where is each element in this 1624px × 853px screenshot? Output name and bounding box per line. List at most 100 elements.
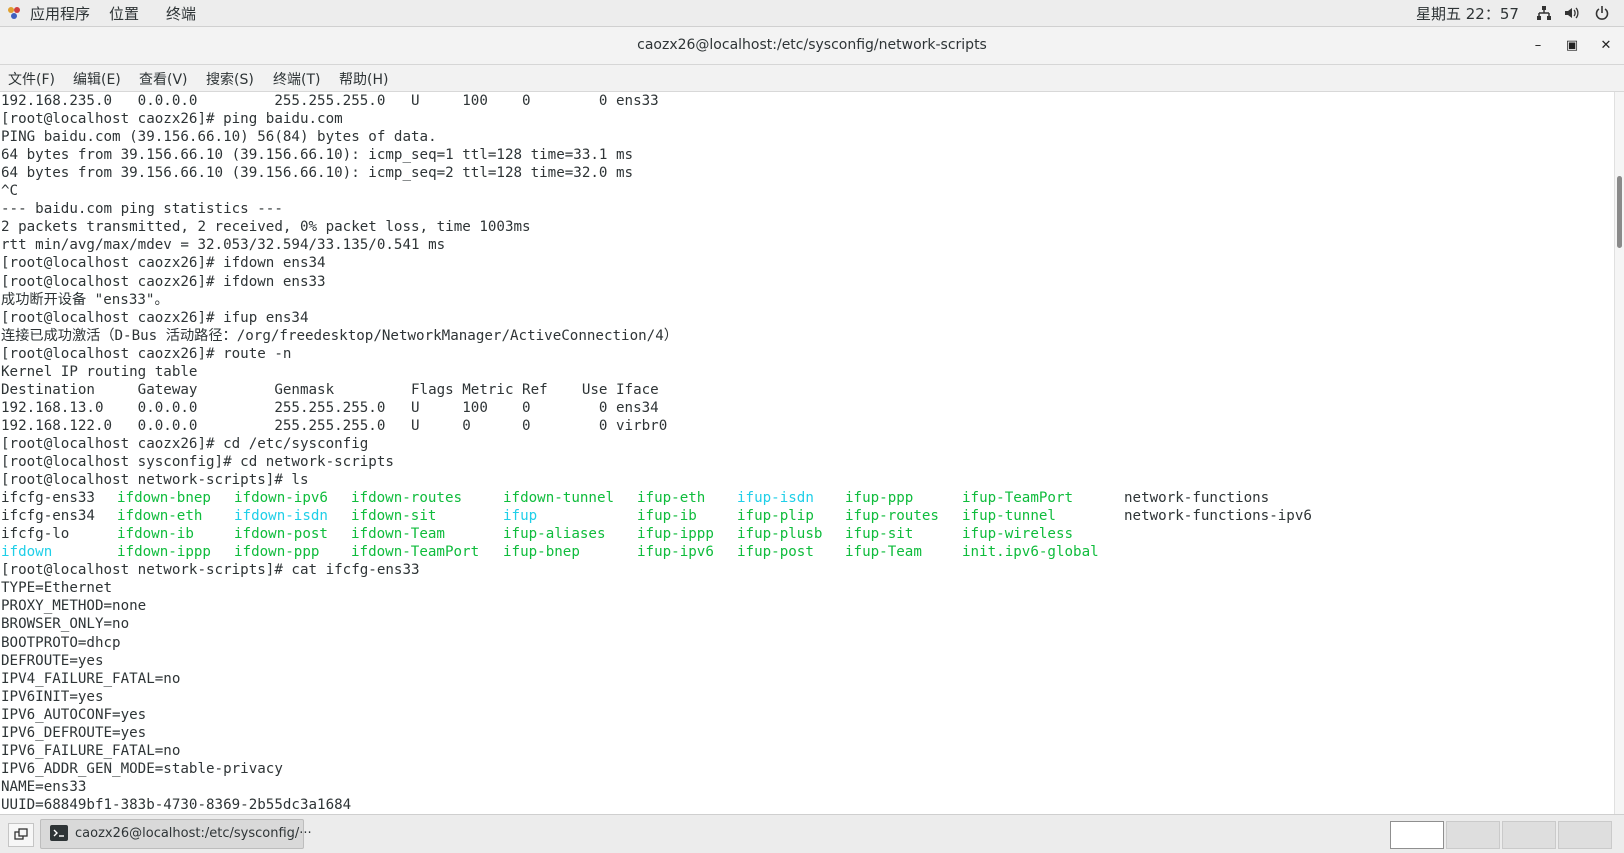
terminal-line: PING baidu.com (39.156.66.10) 56(84) byt…: [1, 129, 437, 146]
ls-entry: ifdown-Team: [351, 526, 445, 543]
clock[interactable]: 星期五 22：57: [1416, 3, 1519, 24]
terminal-line: [root@localhost sysconfig]# cd network-s…: [1, 454, 394, 470]
ls-entry: ifup-eth: [637, 490, 706, 507]
terminal-line: [root@localhost caozx26]# cd /etc/syscon…: [1, 435, 369, 452]
ls-entry: ifcfg-ens34: [1, 508, 95, 525]
terminal-line: IPV6_FAILURE_FATAL=no: [1, 742, 181, 759]
ls-entry: ifup-ippp: [637, 526, 714, 543]
terminal-line: --- baidu.com ping statistics ---: [1, 201, 283, 218]
terminal-line: IPV6_AUTOCONF=yes: [1, 706, 147, 723]
minimize-button[interactable]: –: [1529, 37, 1547, 55]
ls-entry: ifup-TeamPort: [962, 490, 1074, 507]
ls-entry: ifdown-post: [234, 526, 328, 543]
workspace-3[interactable]: [1502, 821, 1556, 849]
maximize-button[interactable]: ▣: [1563, 37, 1581, 55]
network-icon[interactable]: [1536, 5, 1552, 21]
terminal-line: PROXY_METHOD=none: [1, 598, 147, 615]
terminal-line: 192.168.13.0 0.0.0.0 255.255.255.0 U 100…: [1, 399, 659, 416]
window-title: caozx26@localhost:/etc/sysconfig/network…: [637, 37, 987, 53]
ls-entry: ifup-ib: [637, 508, 697, 525]
terminal-line: IPV6INIT=yes: [1, 688, 104, 705]
ls-entry: network-functions: [1124, 490, 1270, 507]
terminal-line: Destination Gateway Genmask Flags Metric…: [1, 381, 659, 398]
terminal-line: BROWSER_ONLY=no: [1, 616, 130, 633]
terminal-line: IPV6_ADDR_GEN_MODE=stable-privacy: [1, 760, 283, 777]
ls-entry: ifcfg-ens33: [1, 490, 95, 507]
power-icon[interactable]: [1594, 5, 1610, 21]
menu-file[interactable]: 文件(F): [8, 69, 55, 89]
ls-entry: ifup-routes: [845, 508, 939, 525]
volume-icon[interactable]: [1563, 5, 1579, 21]
terminal-line: DEFROUTE=yes: [1, 652, 104, 669]
terminal-line: 192.168.122.0 0.0.0.0 255.255.255.0 U 0 …: [1, 417, 668, 434]
terminal-line: 64 bytes from 39.156.66.10 (39.156.66.10…: [1, 147, 634, 164]
menu-edit[interactable]: 编辑(E): [73, 69, 121, 89]
ls-entry: ifdown-routes: [351, 490, 463, 507]
terminal-output[interactable]: 192.168.235.0 0.0.0.0 255.255.255.0 U 10…: [0, 92, 1614, 814]
applications-menu[interactable]: 应用程序: [30, 3, 90, 24]
ls-entry: ifdown-eth: [117, 508, 203, 525]
terminal-line: Kernel IP routing table: [1, 363, 198, 380]
places-menu[interactable]: 位置: [109, 3, 139, 24]
terminal-line: 连接已成功激活（D-Bus 活动路径：/org/freedesktop/Netw…: [1, 327, 678, 344]
menu-search[interactable]: 搜索(S): [206, 69, 254, 89]
taskbar-terminal-item[interactable]: caozx26@localhost:/etc/sysconfig/···: [40, 819, 312, 849]
terminal-line: NAME=ens33: [1, 778, 87, 795]
ls-entry: ifdown-ppp: [234, 544, 320, 561]
app-menu-icon[interactable]: [6, 5, 22, 21]
ls-entry: ifdown: [1, 544, 53, 561]
workspace-2[interactable]: [1446, 821, 1500, 849]
ls-entry: ifup-sit: [845, 526, 914, 543]
scrollbar-thumb[interactable]: [1617, 176, 1622, 248]
terminal-line: TYPE=Ethernet: [1, 580, 113, 597]
taskbar-item-label: caozx26@localhost:/etc/sysconfig/···: [75, 826, 312, 841]
menu-terminal[interactable]: 终端(T): [273, 69, 320, 89]
terminal-line: [root@localhost caozx26]# ifup ens34: [1, 309, 309, 326]
terminal-line: [root@localhost network-scripts]# cat if…: [1, 562, 420, 579]
ls-entry: ifdown-ipv6: [234, 490, 328, 507]
terminal-line: ^C: [1, 183, 19, 200]
ls-entry: ifup-plusb: [737, 526, 823, 543]
terminal-line: BOOTPROTO=dhcp: [1, 634, 121, 651]
terminal-line: [root@localhost network-scripts]# ls: [1, 472, 309, 489]
ls-entry: init.ipv6-global: [962, 544, 1099, 561]
terminal-line: [root@localhost caozx26]# route -n: [1, 345, 292, 362]
terminal-scrollbar[interactable]: [1614, 92, 1624, 814]
terminal-icon: [50, 825, 68, 841]
menu-view[interactable]: 查看(V): [139, 69, 188, 89]
ls-entry: ifup-wireless: [962, 526, 1074, 543]
close-button[interactable]: ✕: [1597, 37, 1615, 55]
terminal-line: 2 packets transmitted, 2 received, 0% pa…: [1, 219, 531, 236]
terminal-line: [root@localhost caozx26]# ifdown ens33: [1, 273, 326, 290]
ls-entry: ifdown-TeamPort: [351, 544, 480, 561]
ls-entry: ifdown-sit: [351, 508, 437, 525]
ls-entry: ifcfg-lo: [1, 526, 70, 543]
ls-entry: ifdown-isdn: [234, 508, 328, 525]
menu-help[interactable]: 帮助(H): [339, 69, 388, 89]
ls-entry: ifup-bnep: [503, 544, 580, 561]
window-titlebar[interactable]: caozx26@localhost:/etc/sysconfig/network…: [0, 27, 1624, 65]
terminal-line: IPV6_DEFROUTE=yes: [1, 724, 147, 741]
ls-entry: ifdown-ippp: [117, 544, 211, 561]
ls-entry: ifup-isdn: [737, 490, 814, 507]
terminal-line: rtt min/avg/max/mdev = 32.053/32.594/33.…: [1, 237, 446, 254]
terminal-line: IPV4_FAILURE_FATAL=no: [1, 670, 181, 687]
terminal-app-menu[interactable]: 终端: [166, 3, 196, 24]
workspace-1[interactable]: [1390, 821, 1444, 849]
terminal-line: [root@localhost caozx26]# ping baidu.com: [1, 111, 343, 128]
show-desktop-button[interactable]: [8, 823, 34, 847]
workspace-4[interactable]: [1558, 821, 1612, 849]
terminal-line: UUID=68849bf1-383b-4730-8369-2b55dc3a168…: [1, 796, 352, 813]
ls-entry: ifup-plip: [737, 508, 814, 525]
ls-entry: ifdown-ib: [117, 526, 194, 543]
bottom-taskbar: caozx26@localhost:/etc/sysconfig/···: [0, 814, 1624, 853]
top-panel: 应用程序 位置 终端 星期五 22：57: [0, 0, 1624, 27]
ls-entry: ifup-aliases: [503, 526, 606, 543]
terminal-menubar: 文件(F) 编辑(E) 查看(V) 搜索(S) 终端(T) 帮助(H): [0, 65, 1624, 92]
terminal-line: 成功断开设备 "ens33"。: [1, 291, 169, 308]
ls-entry: ifup-Team: [845, 544, 922, 561]
ls-entry: network-functions-ipv6: [1124, 508, 1312, 525]
terminal-line: [root@localhost caozx26]# ifdown ens34: [1, 255, 326, 272]
terminal-line: 64 bytes from 39.156.66.10 (39.156.66.10…: [1, 165, 634, 182]
ls-entry: ifup: [503, 508, 538, 525]
